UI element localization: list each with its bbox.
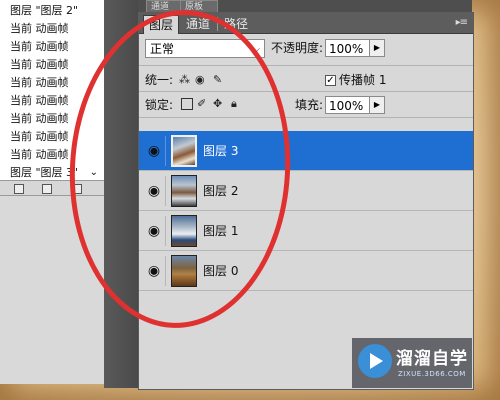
- brush-icon[interactable]: ✐: [197, 97, 206, 111]
- new-snapshot-icon[interactable]: [42, 184, 52, 194]
- layer-thumbnail: [171, 135, 197, 167]
- history-item[interactable]: 当前 动画帧: [2, 128, 102, 146]
- new-document-icon[interactable]: [14, 184, 24, 194]
- layer-row[interactable]: ◉ 图层 2: [139, 171, 473, 211]
- divider: [139, 117, 473, 118]
- opacity-stepper[interactable]: ▶: [369, 39, 385, 57]
- unify-style-icon[interactable]: ✎: [213, 73, 222, 87]
- watermark-title: 溜溜自学: [396, 349, 468, 369]
- layer-thumbnail: [171, 175, 197, 207]
- fill-input[interactable]: 100%: [325, 96, 371, 114]
- eye-icon[interactable]: ◉: [143, 136, 166, 166]
- history-item[interactable]: 图层 "图层 2": [2, 2, 102, 20]
- history-item-label: 图层 "图层 2": [10, 4, 79, 17]
- history-item[interactable]: 当前 动画帧: [2, 146, 102, 164]
- history-item-label: 当前 动画帧: [10, 76, 69, 89]
- eye-icon[interactable]: ◉: [143, 216, 166, 246]
- watermark: 溜溜自学 ZIXUE.3D66.COM: [352, 338, 472, 388]
- history-item-label: 当前 动画帧: [10, 112, 69, 125]
- history-item-label: 当前 动画帧: [10, 94, 69, 107]
- history-item[interactable]: 当前 动画帧: [2, 92, 102, 110]
- divider: [139, 91, 473, 92]
- collapsed-panel-strip: 通道 原板: [138, 0, 472, 13]
- history-footer: [0, 180, 104, 196]
- tab-layers[interactable]: 图层: [143, 15, 180, 34]
- layer-name[interactable]: 图层 3: [203, 142, 238, 160]
- panel-menu-icon[interactable]: ▸≡: [456, 17, 468, 28]
- propagate-label: 传播帧 1: [339, 73, 387, 87]
- history-item[interactable]: 当前 动画帧: [2, 74, 102, 92]
- blend-mode-select[interactable]: 正常 ⌵: [145, 39, 265, 58]
- history-item-label: 当前 动画帧: [10, 148, 69, 161]
- unify-label: 统一:: [145, 73, 174, 87]
- layer-row[interactable]: ◉ 图层 1: [139, 211, 473, 251]
- eye-icon[interactable]: ◉: [143, 256, 166, 286]
- history-item[interactable]: 当前 动画帧: [2, 38, 102, 56]
- blend-row: 正常 ⌵ 不透明度: 100% ▶: [139, 33, 473, 63]
- tab-separator: [217, 17, 218, 31]
- layer-thumbnail: [171, 215, 197, 247]
- fill-stepper[interactable]: ▶: [369, 96, 385, 114]
- history-item-label: 当前 动画帧: [10, 58, 69, 71]
- tab-channels[interactable]: 通道: [181, 15, 215, 33]
- blend-mode-value: 正常: [150, 42, 175, 56]
- layer-thumbnail: [171, 255, 197, 287]
- play-logo-icon: [358, 344, 392, 378]
- delete-state-icon[interactable]: [72, 184, 82, 194]
- divider: [139, 65, 473, 66]
- history-item[interactable]: 当前 动画帧: [2, 56, 102, 74]
- lock-label: 锁定:: [145, 98, 174, 112]
- history-panel: 图层 "图层 2" 当前 动画帧 当前 动画帧 当前 动画帧 当前 动画帧 当前…: [0, 0, 105, 384]
- opacity-label: 不透明度:: [271, 41, 324, 55]
- opacity-input[interactable]: 100%: [325, 39, 371, 57]
- history-item-label: 当前 动画帧: [10, 40, 69, 53]
- unify-visibility-icon[interactable]: ◉: [195, 73, 205, 87]
- history-item[interactable]: 当前 动画帧: [2, 20, 102, 38]
- propagate-checkbox[interactable]: ✓: [325, 75, 336, 86]
- lock-transparent-icon[interactable]: [181, 98, 193, 110]
- layer-row[interactable]: ◉ 图层 3: [139, 131, 473, 171]
- layer-name[interactable]: 图层 0: [203, 262, 238, 280]
- unify-position-icon[interactable]: ⁂: [179, 73, 190, 87]
- panel-gap: [104, 0, 138, 388]
- tab-paths[interactable]: 路径: [219, 15, 253, 33]
- fill-label: 填充:: [295, 98, 324, 112]
- eye-icon[interactable]: ◉: [143, 176, 166, 206]
- move-icon[interactable]: ✥: [213, 97, 222, 111]
- history-empty-area: [0, 196, 104, 384]
- lock-icon[interactable]: 🔒︎: [231, 97, 237, 111]
- history-item[interactable]: 当前 动画帧: [2, 110, 102, 128]
- panel-tabs: 图层 通道 路径 ▸≡: [139, 13, 473, 34]
- history-item-label: 当前 动画帧: [10, 130, 69, 143]
- chevron-down-icon: ⌵: [252, 44, 260, 55]
- layer-row[interactable]: ◉ 图层 0: [139, 251, 473, 291]
- watermark-url: ZIXUE.3D66.COM: [398, 370, 466, 378]
- layers-panel: 图层 通道 路径 ▸≡ 正常 ⌵ 不透明度: 100% ▶ 统一: ⁂ ◉ ✎ …: [138, 12, 474, 390]
- history-item-label: 图层 "图层 3": [10, 166, 79, 179]
- layer-name[interactable]: 图层 1: [203, 222, 238, 240]
- history-item-label: 当前 动画帧: [10, 22, 69, 35]
- layer-name[interactable]: 图层 2: [203, 182, 238, 200]
